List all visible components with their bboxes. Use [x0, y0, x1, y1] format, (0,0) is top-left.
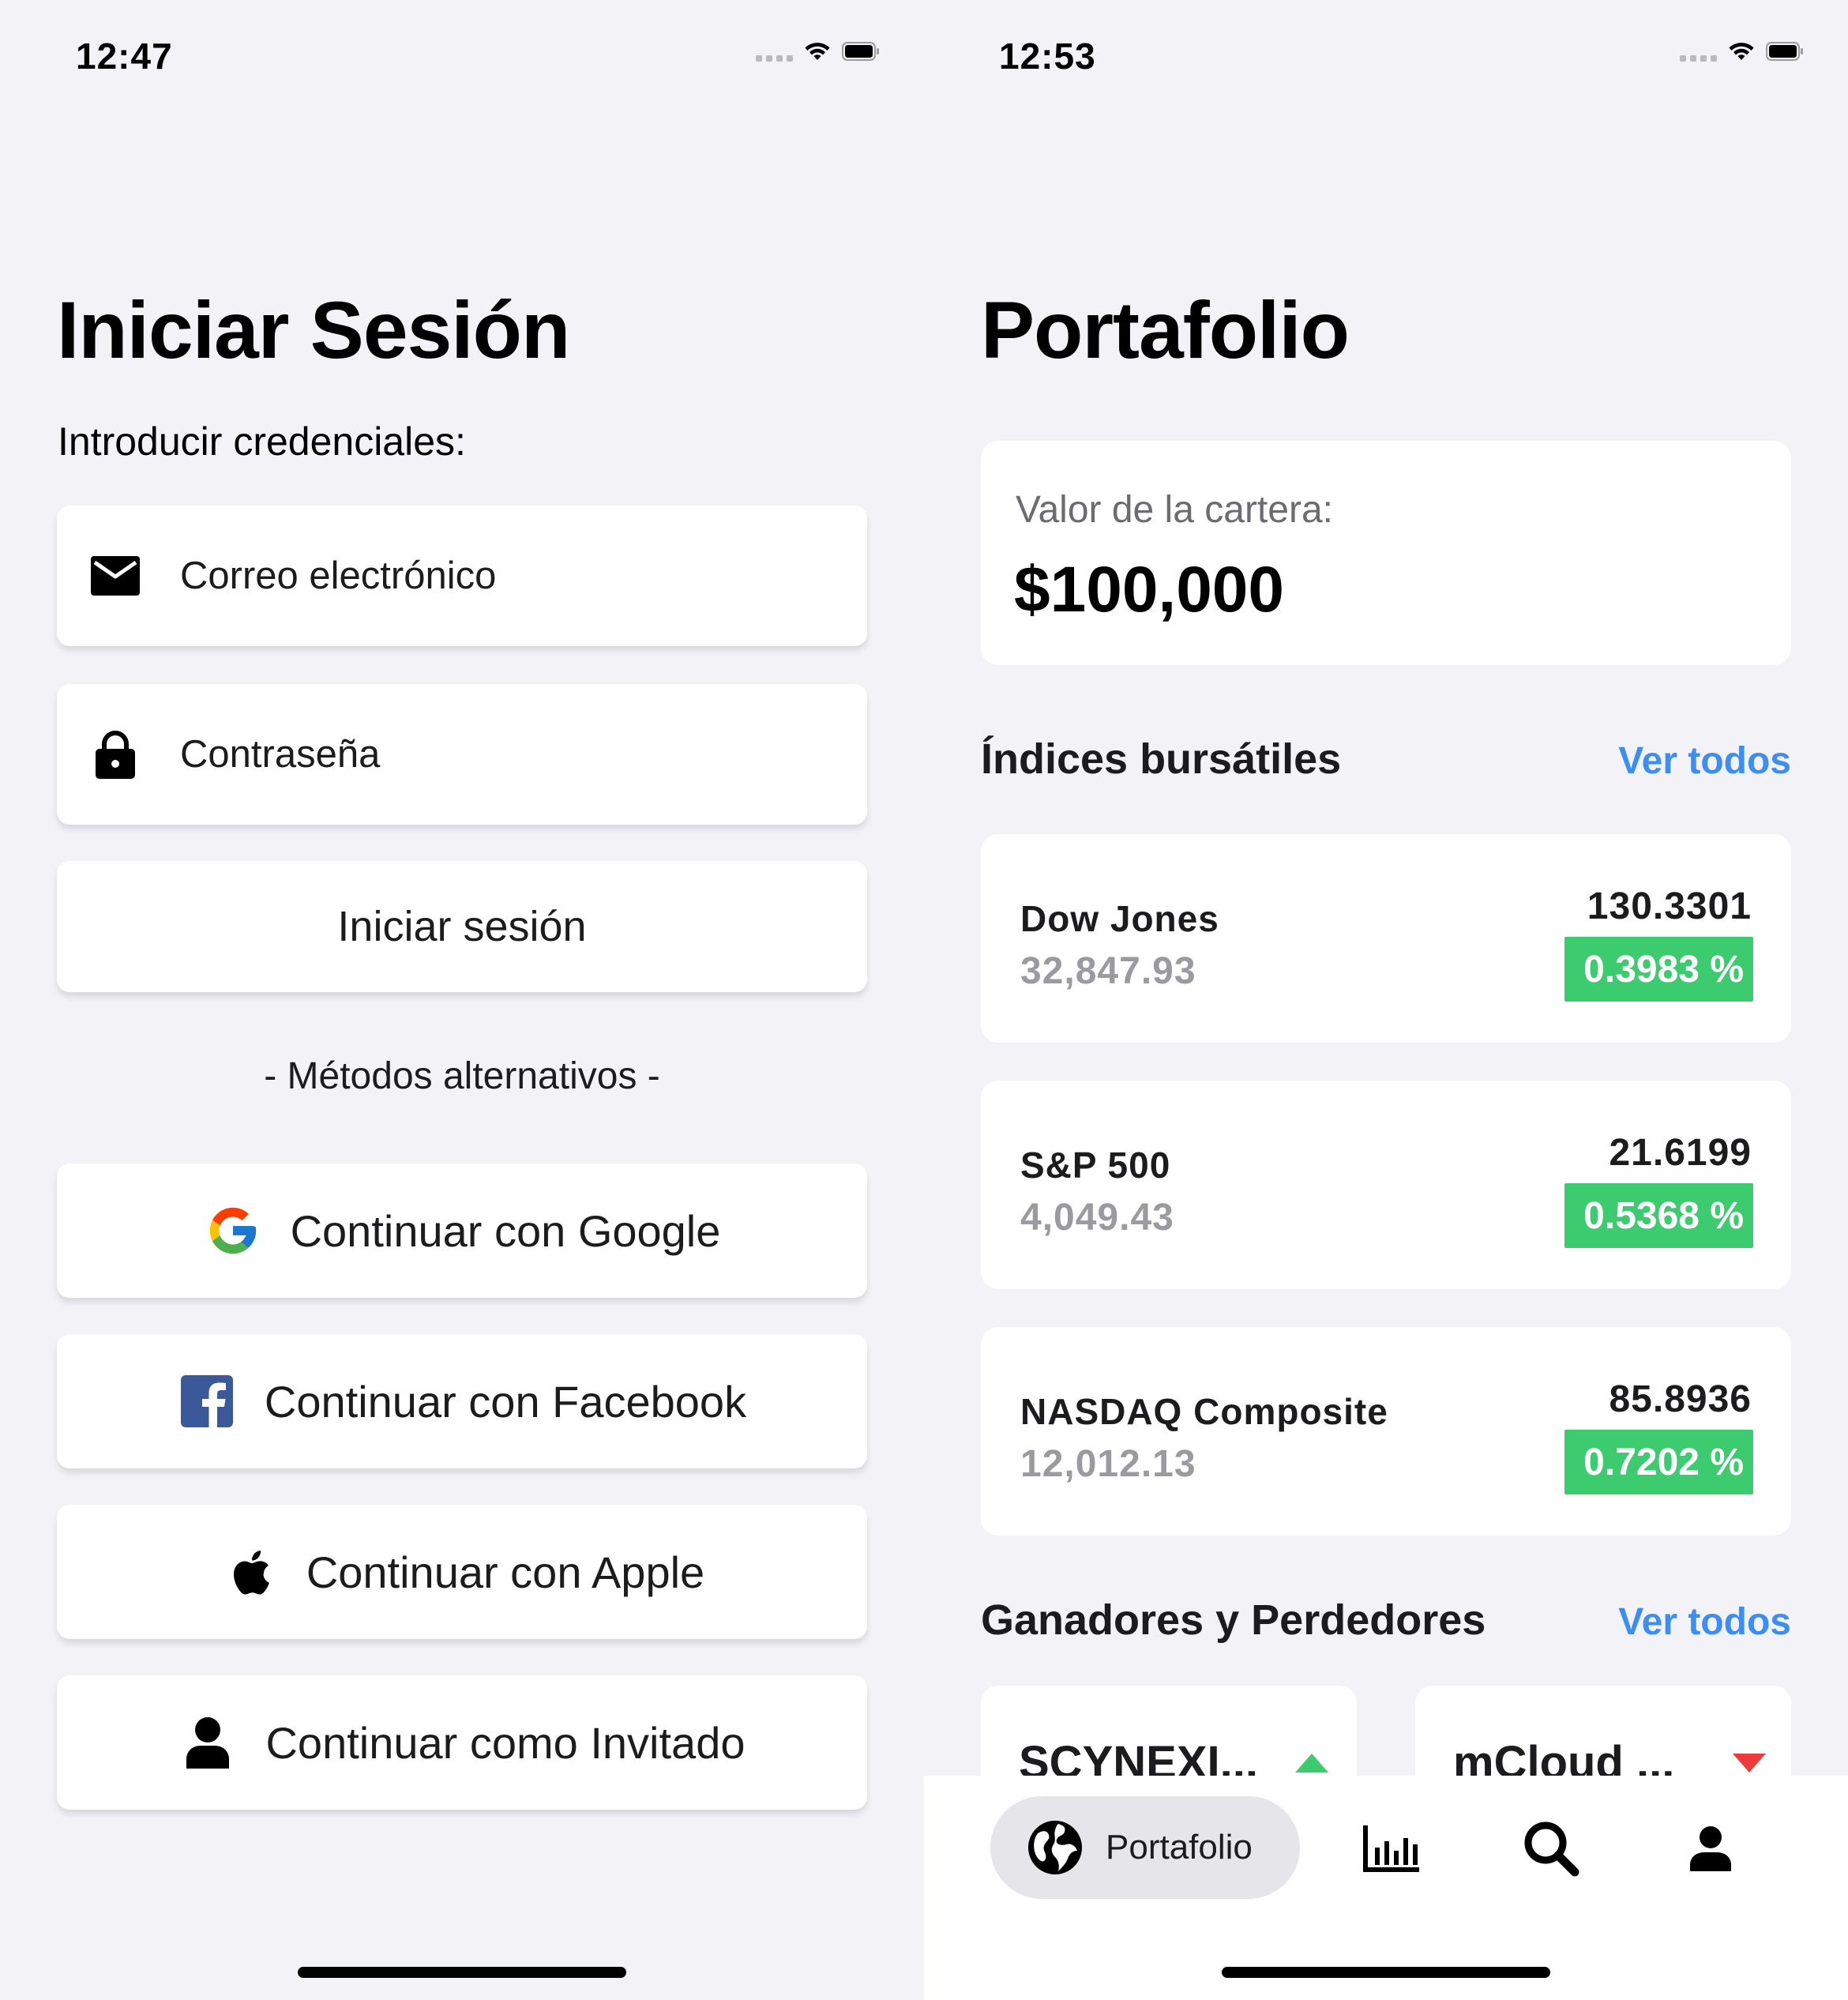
- tab-profile[interactable]: [1679, 1817, 1742, 1880]
- movers-section-title: Ganadores y Perdedores: [981, 1596, 1486, 1644]
- alternative-methods-label: - Métodos alternativos -: [264, 1055, 660, 1097]
- cellular-signal-icon: [756, 55, 793, 62]
- status-time: 12:53: [999, 36, 1096, 77]
- password-placeholder: Contraseña: [180, 733, 381, 776]
- facebook-button-label: Continuar con Facebook: [264, 1376, 747, 1427]
- index-percent-badge: 0.7202 %: [1564, 1430, 1753, 1494]
- status-icons: [756, 41, 880, 62]
- password-field[interactable]: Contraseña: [57, 684, 867, 825]
- index-value: 12,012.13: [1020, 1443, 1196, 1485]
- apple-login-button[interactable]: Continuar con Apple: [57, 1505, 867, 1639]
- triangle-up-icon: [1295, 1754, 1328, 1773]
- status-bar: 12:53: [924, 0, 1848, 118]
- tab-portfolio[interactable]: Portafolio: [990, 1796, 1300, 1899]
- cellular-signal-icon: [1680, 55, 1717, 62]
- tab-portfolio-label: Portafolio: [1106, 1828, 1253, 1867]
- index-change: 130.3301: [1587, 885, 1752, 927]
- profile-icon: [1690, 1826, 1731, 1871]
- google-icon: [204, 1201, 262, 1260]
- facebook-icon: [178, 1372, 236, 1430]
- email-field[interactable]: Correo electrónico: [57, 506, 867, 646]
- search-icon: [1524, 1821, 1579, 1877]
- index-percent-badge: 0.5368 %: [1564, 1183, 1753, 1248]
- lock-icon: [88, 727, 142, 781]
- guest-button-label: Continuar como Invitado: [265, 1717, 746, 1768]
- portfolio-value-label: Valor de la cartera:: [1016, 489, 1333, 531]
- index-change: 21.6199: [1609, 1132, 1752, 1174]
- indices-section-title: Índices bursátiles: [981, 735, 1342, 783]
- apple-icon: [220, 1543, 278, 1601]
- index-card-nasdaq[interactable]: NASDAQ Composite 12,012.13 85.8936 0.720…: [981, 1327, 1791, 1536]
- triangle-down-icon: [1733, 1754, 1766, 1773]
- login-button[interactable]: Iniciar sesión: [57, 861, 867, 992]
- tab-markets[interactable]: [1360, 1817, 1423, 1880]
- status-time: 12:47: [76, 36, 173, 77]
- envelope-icon: [88, 549, 142, 603]
- globe-icon: [1028, 1821, 1082, 1874]
- indices-see-all-link[interactable]: Ver todos: [1618, 739, 1791, 783]
- status-bar: 12:47: [0, 0, 924, 118]
- index-name: S&P 500: [1020, 1145, 1171, 1186]
- page-title: Iniciar Sesión: [57, 285, 570, 375]
- credentials-subtitle: Introducir credenciales:: [58, 419, 466, 464]
- apple-button-label: Continuar con Apple: [306, 1547, 705, 1597]
- battery-icon: [842, 42, 879, 61]
- battery-icon: [1766, 42, 1803, 61]
- home-indicator: [298, 1967, 626, 1978]
- index-card-dow-jones[interactable]: Dow Jones 32,847.93 130.3301 0.3983 %: [981, 834, 1791, 1043]
- index-name: Dow Jones: [1020, 898, 1219, 939]
- index-percent-badge: 0.3983 %: [1564, 937, 1753, 1002]
- google-login-button[interactable]: Continuar con Google: [57, 1164, 867, 1298]
- tab-search[interactable]: [1519, 1817, 1583, 1880]
- index-card-sp500[interactable]: S&P 500 4,049.43 21.6199 0.5368 %: [981, 1081, 1791, 1289]
- user-icon: [178, 1713, 237, 1772]
- portfolio-value: $100,000: [1014, 554, 1285, 626]
- tab-bar: Portafolio: [924, 1776, 1848, 2000]
- index-value: 4,049.43: [1020, 1197, 1174, 1239]
- wifi-icon: [1729, 43, 1754, 60]
- guest-login-button[interactable]: Continuar como Invitado: [57, 1675, 867, 1810]
- portfolio-value-card: Valor de la cartera: $100,000: [981, 441, 1791, 665]
- movers-see-all-link[interactable]: Ver todos: [1618, 1600, 1791, 1644]
- page-title: Portafolio: [981, 285, 1350, 375]
- home-indicator: [1222, 1967, 1550, 1978]
- wifi-icon: [805, 43, 830, 60]
- bar-chart-icon: [1363, 1825, 1419, 1872]
- index-value: 32,847.93: [1020, 950, 1196, 992]
- index-name: NASDAQ Composite: [1020, 1391, 1388, 1432]
- index-change: 85.8936: [1609, 1378, 1752, 1420]
- status-icons: [1680, 41, 1804, 62]
- email-placeholder: Correo electrónico: [180, 555, 497, 597]
- portfolio-screen: 12:53 Portafolio Valor de la cartera: $1…: [924, 0, 1848, 2000]
- login-screen: 12:47 Iniciar Sesión Introducir credenci…: [0, 0, 924, 2000]
- facebook-login-button[interactable]: Continuar con Facebook: [57, 1334, 867, 1468]
- google-button-label: Continuar con Google: [290, 1205, 721, 1256]
